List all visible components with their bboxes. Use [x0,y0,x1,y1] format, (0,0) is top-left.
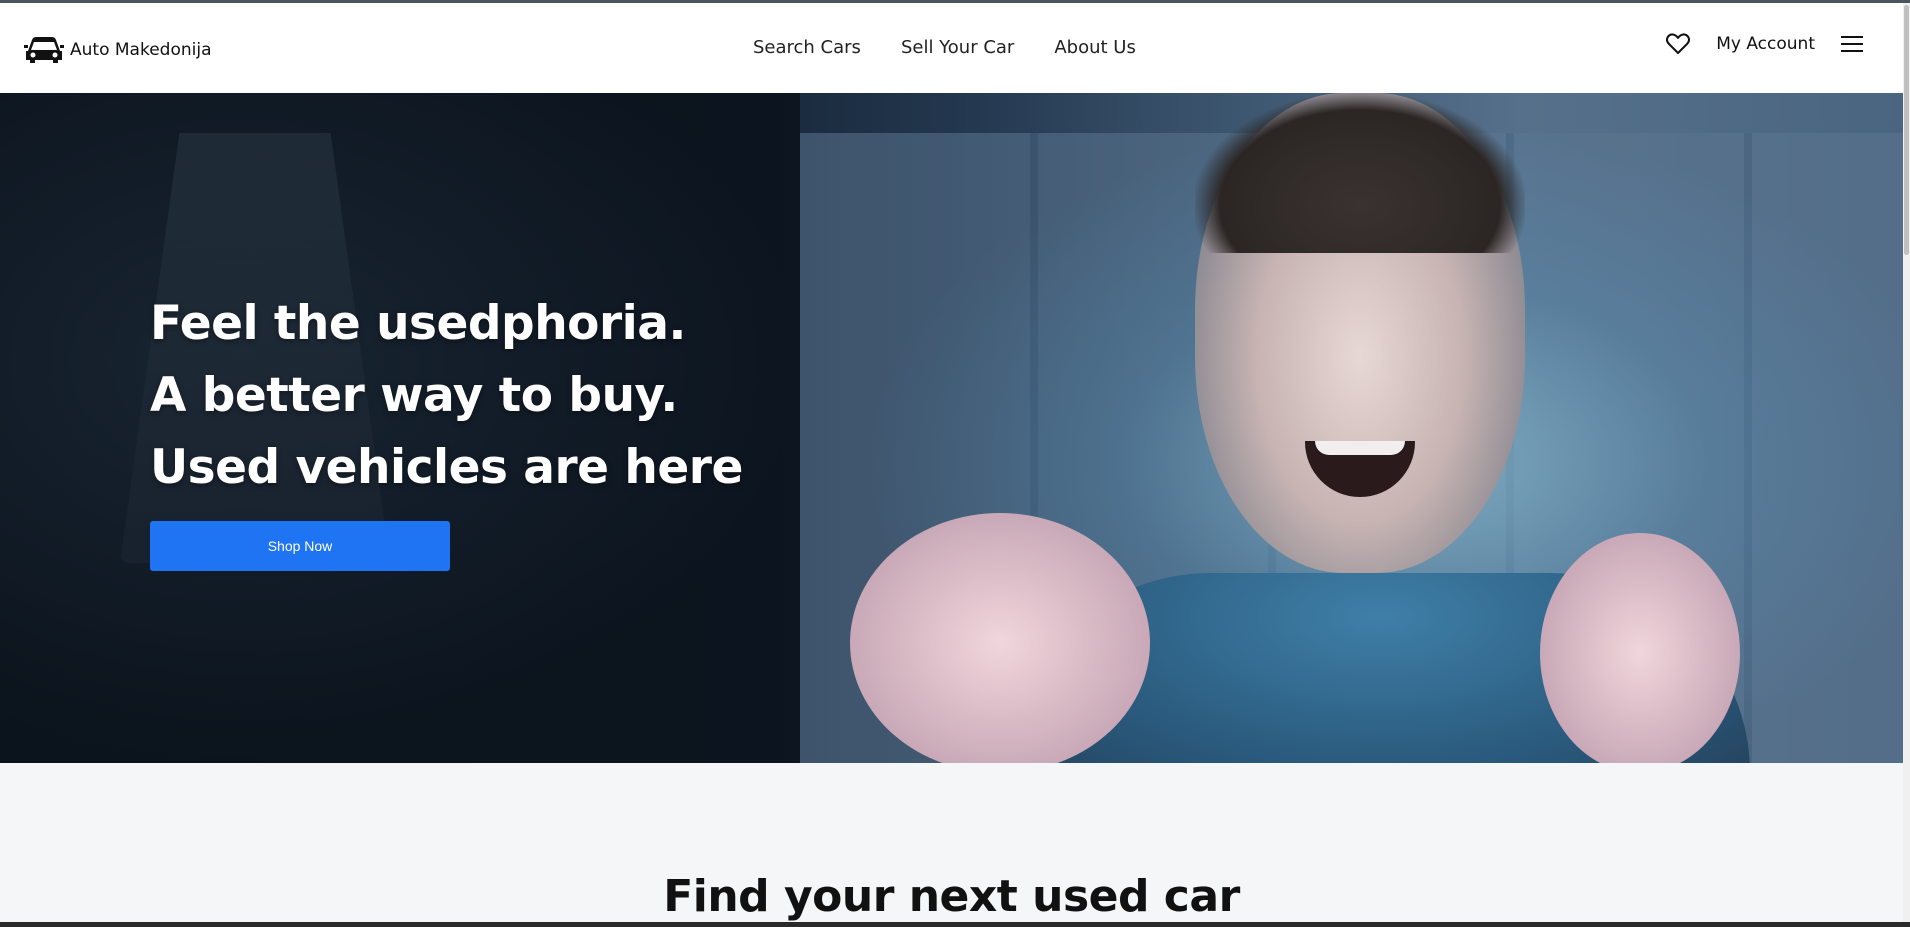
navbar: Auto Makedonija Search Cars Sell Your Ca… [0,3,1903,93]
shop-now-button[interactable]: Shop Now [150,521,450,571]
section-title: Find your next used car [663,871,1240,922]
left-hand-image [850,513,1150,763]
person-hair [1195,93,1525,253]
nav-actions: My Account [1666,33,1863,55]
my-account-link[interactable]: My Account [1716,34,1815,54]
nav-sell-your-car[interactable]: Sell Your Car [901,37,1014,58]
nav-about-us[interactable]: About Us [1054,37,1136,58]
person-teeth [1315,441,1405,455]
hero-line-2: A better way to buy. [150,368,678,423]
right-hand-image [1540,533,1740,763]
hamburger-menu-icon[interactable] [1841,34,1863,54]
hero-headline: Feel the usedphoria. A better way to buy… [150,288,743,504]
nav-search-cars[interactable]: Search Cars [753,37,861,58]
brand-logo[interactable]: Auto Makedonija [24,31,212,69]
main-nav: Search Cars Sell Your Car About Us [753,37,1136,58]
hero-line-1: Feel the usedphoria. [150,296,686,351]
scrollbar-thumb[interactable] [1904,5,1909,255]
bottom-border [0,922,1910,927]
brand-name: Auto Makedonija [70,40,212,60]
car-icon [24,31,64,69]
heart-icon[interactable] [1666,33,1691,55]
find-car-section: Find your next used car [0,763,1903,924]
hero-line-3: Used vehicles are here [150,440,743,495]
hero-banner: Feel the usedphoria. A better way to buy… [0,93,1903,763]
